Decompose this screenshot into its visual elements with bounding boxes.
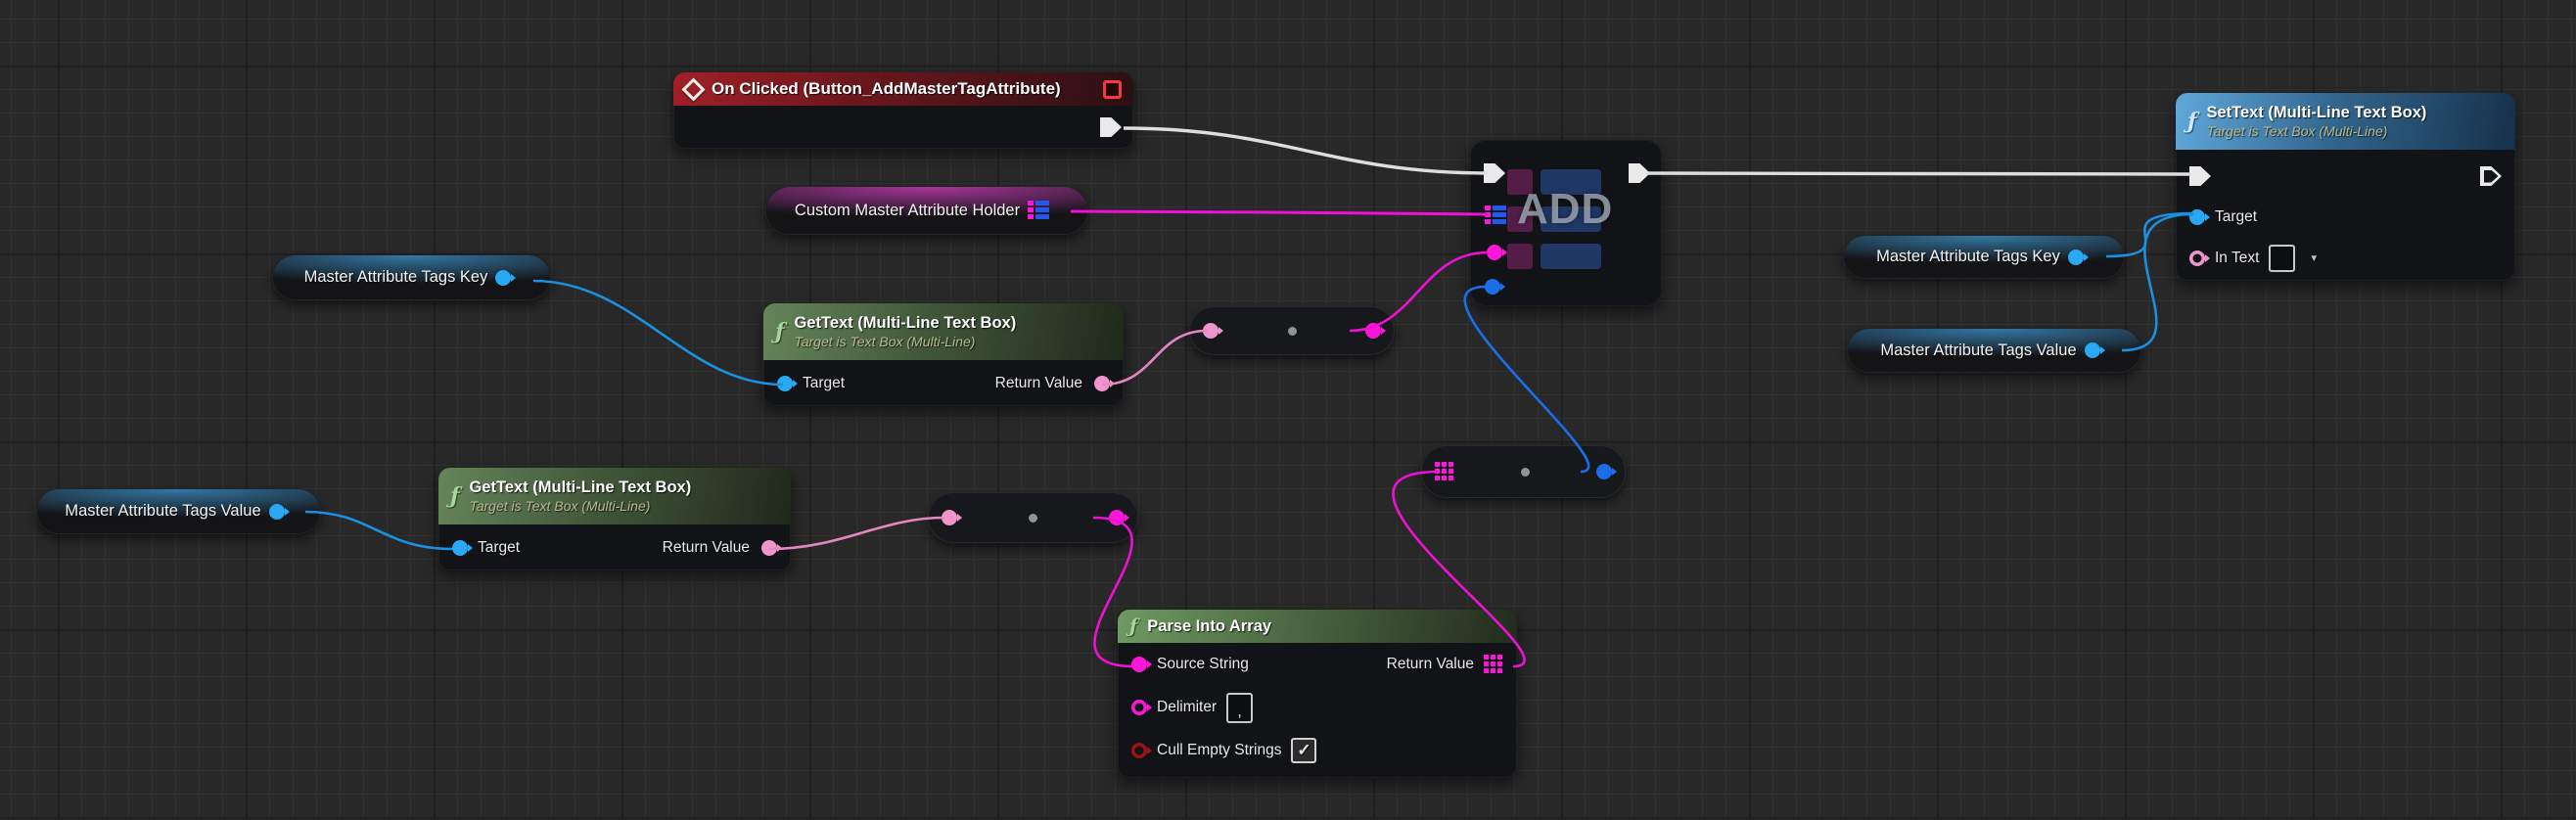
exec-out-pin[interactable]	[1629, 163, 1650, 183]
cull-empty-strings-pin[interactable]	[1131, 743, 1147, 758]
pill-master-attribute-tags-value-left[interactable]: Master Attribute Tags Value	[36, 488, 321, 534]
node-gettext-2[interactable]: ƒ GetText (Multi-Line Text Box) Target i…	[438, 468, 791, 570]
node-map-add[interactable]: ADD	[1470, 140, 1662, 306]
key-pin[interactable]	[1487, 245, 1502, 260]
target-pin[interactable]	[452, 540, 468, 556]
function-icon: ƒ	[450, 485, 459, 507]
blueprint-graph-canvas[interactable]: On Clicked (Button_AddMasterTagAttribute…	[0, 0, 2576, 820]
value-pin-out[interactable]	[1596, 464, 1612, 479]
node-settext[interactable]: ƒ SetText (Multi-Line Text Box) Target i…	[2176, 93, 2515, 281]
dropdown-caret-icon[interactable]: ▼	[2309, 253, 2319, 264]
object-pin[interactable]	[2068, 250, 2084, 265]
string-array-pin-in[interactable]	[1435, 462, 1454, 481]
node-title: GetText (Multi-Line Text Box)	[794, 313, 1016, 334]
exec-out-pin[interactable]	[1100, 117, 1122, 137]
map-watermark-key-3	[1507, 244, 1533, 269]
text-pin-in[interactable]	[942, 510, 957, 525]
node-subtitle: Target is Text Box (Multi-Line)	[2206, 123, 2426, 141]
exec-out-pin[interactable]	[2480, 166, 2502, 186]
wire-exec-add-to-settext[interactable]	[1646, 173, 2190, 174]
string-pin-out[interactable]	[1365, 323, 1381, 339]
pin-label: Source String	[1157, 656, 1249, 673]
node-title: Parse Into Array	[1147, 617, 1271, 636]
source-string-pin[interactable]	[1131, 657, 1147, 672]
pill-custom-master-attribute-holder[interactable]: Custom Master Attribute Holder	[765, 186, 1088, 235]
delimiter-pin[interactable]	[1131, 700, 1147, 715]
pin-label: Target	[2215, 208, 2257, 226]
node-gettext-1[interactable]: ƒ GetText (Multi-Line Text Box) Target i…	[763, 303, 1124, 406]
pin-label: In Text	[2215, 250, 2259, 267]
object-pin[interactable]	[2085, 342, 2100, 358]
pill-master-attribute-tags-value-right[interactable]: Master Attribute Tags Value	[1847, 328, 2141, 373]
text-pin-in[interactable]	[1203, 323, 1219, 339]
delegate-pin[interactable]	[1103, 80, 1122, 99]
conv-string-array-to-value[interactable]	[1421, 445, 1626, 498]
event-diamond-icon	[681, 77, 705, 101]
function-icon: ƒ	[2187, 111, 2196, 132]
conversion-dot-icon	[1029, 514, 1037, 523]
conv-text-to-string-1[interactable]	[1189, 306, 1395, 355]
pin-label: Return Value	[1387, 656, 1474, 673]
conversion-dot-icon	[1288, 327, 1297, 336]
return-value-pin[interactable]	[761, 540, 777, 556]
value-pin[interactable]	[1485, 279, 1500, 295]
node-subtitle: Target is Text Box (Multi-Line)	[469, 498, 691, 516]
map-watermark-value-3	[1541, 244, 1601, 269]
wire-map-holder-to-add[interactable]	[1071, 211, 1488, 214]
target-pin[interactable]	[2189, 209, 2205, 225]
node-parse-into-array[interactable]: ƒ Parse Into Array Source String Return …	[1118, 610, 1517, 778]
wire-gettext2-to-conv2[interactable]	[769, 518, 944, 549]
pin-label: Return Value	[663, 539, 750, 557]
pin-label: Delimiter	[1157, 699, 1217, 716]
function-icon: ƒ	[775, 321, 784, 342]
return-value-pin[interactable]	[1094, 376, 1110, 391]
object-pin[interactable]	[495, 270, 511, 286]
conv-text-to-string-2[interactable]	[928, 492, 1138, 543]
wire-key-to-gettext1-target[interactable]	[533, 281, 783, 385]
node-on-clicked-event[interactable]: On Clicked (Button_AddMasterTagAttribute…	[673, 72, 1133, 149]
pin-label: Target	[478, 539, 520, 557]
cull-empty-strings-checkbox[interactable]: ✓	[1291, 738, 1316, 763]
conversion-dot-icon	[1521, 468, 1530, 477]
pin-label: Cull Empty Strings	[1157, 742, 1281, 759]
pin-label: Target	[803, 375, 845, 392]
wire-exec-onclicked-to-add[interactable]	[1124, 128, 1488, 173]
pill-master-attribute-tags-key-left[interactable]: Master Attribute Tags Key	[272, 254, 551, 300]
object-pin[interactable]	[269, 504, 285, 520]
node-subtitle: Target is Text Box (Multi-Line)	[794, 334, 1016, 351]
in-text-pin[interactable]	[2189, 251, 2205, 266]
map-target-pin[interactable]	[1485, 205, 1506, 225]
wire-value-to-gettext2-target[interactable]	[305, 512, 452, 549]
string-array-return-pin[interactable]	[1484, 655, 1503, 674]
add-watermark-text: ADD	[1517, 185, 1613, 234]
in-text-input[interactable]	[2269, 245, 2295, 272]
function-icon: ƒ	[1129, 617, 1137, 636]
string-pin-out[interactable]	[1109, 510, 1125, 525]
target-pin[interactable]	[777, 376, 793, 391]
exec-in-pin[interactable]	[1484, 163, 1505, 183]
node-title: On Clicked (Button_AddMasterTagAttribute…	[712, 79, 1061, 99]
delimiter-input[interactable]: ,	[1226, 693, 1253, 723]
node-title: SetText (Multi-Line Text Box)	[2206, 103, 2426, 123]
wire-conv3-to-add-value[interactable]	[1465, 287, 1588, 472]
node-title: GetText (Multi-Line Text Box)	[469, 478, 691, 498]
pill-master-attribute-tags-key-right[interactable]: Master Attribute Tags Key	[1843, 235, 2125, 279]
pin-label: Return Value	[995, 375, 1082, 392]
exec-in-pin[interactable]	[2189, 166, 2211, 186]
map-pin-icon[interactable]	[1028, 201, 1049, 220]
